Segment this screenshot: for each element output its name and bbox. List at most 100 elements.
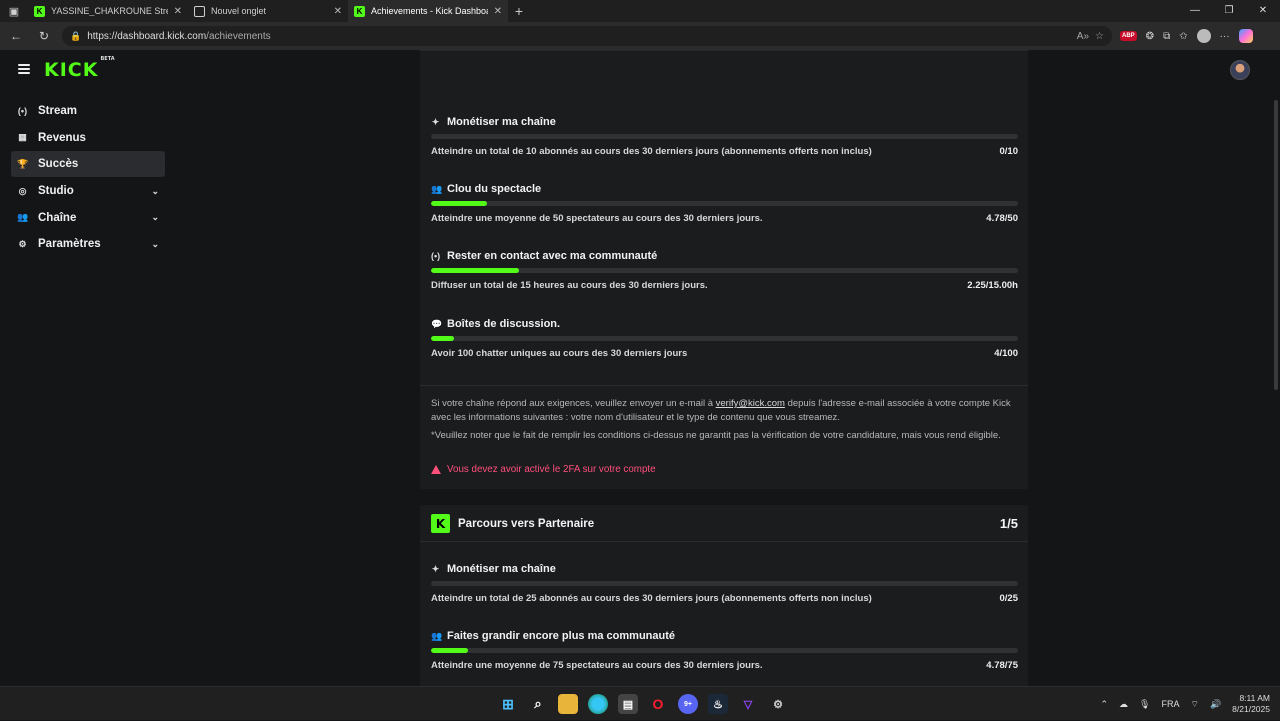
sidebar-item-chaine[interactable]: 👥 Chaîne ⌄ — [11, 205, 165, 231]
refresh-icon[interactable]: ↻ — [34, 29, 54, 43]
sidebar-item-parametres[interactable]: ⚙ Paramètres ⌄ — [11, 231, 165, 257]
favorite-star-icon[interactable]: ☆ — [1095, 31, 1104, 42]
chevron-up-icon[interactable]: ⌃ — [1101, 699, 1109, 710]
achievement-item: 👥 Faites grandir encore plus ma communaut… — [431, 629, 1018, 671]
warning-text: Vous devez avoir activé le 2FA sur votre… — [447, 464, 656, 475]
steam-icon[interactable]: ♨ — [708, 694, 728, 714]
minimize-icon[interactable]: — — [1178, 0, 1212, 22]
partner-progress-count: 1/5 — [999, 516, 1018, 531]
users-icon: 👥 — [431, 630, 443, 641]
sidebar-item-label: Stream — [38, 105, 77, 117]
sparkle-icon: ✦ — [431, 116, 440, 127]
achievement-value: 4.78/75 — [986, 660, 1018, 671]
kick-logo[interactable]: KICKBETA — [44, 56, 115, 81]
achievement-title: Monétiser ma chaîne — [447, 563, 556, 575]
sidebar-item-label: Revenus — [38, 131, 86, 144]
tab-title: Nouvel onglet — [211, 6, 267, 16]
sidebar-item-label: Chaîne — [38, 211, 77, 224]
search-icon[interactable]: ⌕ — [528, 694, 548, 714]
volume-icon[interactable]: 🔊 — [1210, 699, 1221, 710]
sidebar-item-label: Studio — [38, 185, 74, 198]
extensions-area: ABP ❂ ⧉ ✩ ··· — [1120, 29, 1253, 43]
broadcast-icon: (•) — [17, 106, 28, 116]
achievement-item: 💬 Boîtes de discussion. Avoir 100 chatter… — [431, 317, 1018, 359]
menu-icon[interactable] — [18, 64, 30, 74]
partner-card-header: K Parcours vers Partenaire 1/5 — [431, 514, 1018, 533]
logo-text: KICK — [44, 59, 99, 81]
close-tab-icon[interactable]: ✕ — [174, 6, 182, 17]
tab-2[interactable]: K Achievements - Kick Dashboard ✕ — [348, 0, 508, 22]
user-avatar[interactable] — [1230, 60, 1250, 80]
discord-icon[interactable]: 9+ — [678, 694, 698, 714]
profile-avatar-icon[interactable] — [1196, 29, 1211, 43]
url-text: https://dashboard.kick.com/achievements — [87, 31, 1071, 42]
section-divider — [420, 541, 1028, 542]
new-tab-button[interactable]: + — [508, 3, 530, 19]
achievement-value: 4/100 — [994, 348, 1018, 359]
back-icon[interactable]: ← — [6, 29, 26, 43]
achievement-value: 4.78/50 — [986, 213, 1018, 224]
clock-time: 8:11 AM — [1239, 693, 1270, 703]
more-menu-icon[interactable]: ··· — [1220, 31, 1230, 42]
achievement-title: Monétiser ma chaîne — [447, 116, 556, 128]
split-screen-icon[interactable]: ⧉ — [1163, 31, 1170, 42]
studio-icon: ◎ — [18, 185, 27, 196]
browser-tab-bar: ▣ K YASSINE_CHAKROUNE Stream - V ✕ Nouve… — [0, 0, 1280, 22]
achievement-value: 2.25/15.00h — [967, 280, 1018, 291]
achievement-item: ✦ Monétiser ma chaîne Atteindre un total … — [431, 562, 1018, 604]
verify-email-link[interactable]: verify@kick.com — [716, 398, 785, 409]
close-window-icon[interactable]: ✕ — [1246, 0, 1280, 22]
achievement-description: Atteindre un total de 25 abonnés au cour… — [431, 593, 872, 604]
sidebar-item-revenus[interactable]: ▦ Revenus — [11, 125, 165, 151]
extension-icon[interactable]: ❂ — [1146, 31, 1154, 42]
achievement-title: Faites grandir encore plus ma communauté — [447, 630, 676, 642]
chevron-down-icon[interactable]: ⌄ — [151, 239, 159, 250]
favorites-icon[interactable]: ✩ — [1179, 31, 1187, 42]
copilot-icon[interactable] — [1238, 29, 1253, 43]
kick-badge-icon: K — [431, 514, 450, 533]
cloud-icon[interactable]: ☁ — [1119, 699, 1128, 710]
close-tab-icon[interactable]: ✕ — [494, 6, 502, 17]
progress-bar — [431, 134, 1018, 139]
wifi-icon[interactable]: ⌔ — [1190, 699, 1198, 710]
opera-icon[interactable]: O — [648, 694, 668, 714]
note-text: Si votre chaîne répond aux exigences, ve… — [431, 398, 716, 409]
sidebar-item-succes[interactable]: 🏆 Succès — [11, 151, 165, 178]
close-tab-icon[interactable]: ✕ — [334, 6, 342, 17]
chevron-down-icon[interactable]: ⌄ — [151, 186, 159, 197]
sidebar-item-stream[interactable]: (•) Stream — [11, 98, 165, 124]
achievement-item: (•) Rester en contact avec ma communauté … — [431, 249, 1018, 291]
progress-fill — [431, 648, 469, 653]
adblock-icon[interactable]: ABP — [1120, 31, 1137, 41]
partner-card-title: Parcours vers Partenaire — [458, 517, 595, 530]
sidebar-item-studio[interactable]: ◎ Studio ⌄ — [11, 178, 165, 204]
read-aloud-icon[interactable]: A» — [1077, 31, 1089, 42]
window-controls: — ❐ ✕ — [1178, 0, 1280, 22]
tab-title: Achievements - Kick Dashboard — [371, 6, 488, 16]
edge-browser-icon[interactable] — [588, 694, 608, 714]
language-indicator[interactable]: FRA — [1161, 699, 1179, 709]
url-field[interactable]: 🔒 https://dashboard.kick.com/achievement… — [62, 26, 1112, 46]
sidebar-item-label: Paramètres — [38, 238, 101, 251]
file-explorer-icon[interactable] — [558, 694, 578, 714]
achievement-description: Atteindre une moyenne de 75 spectateurs … — [431, 660, 763, 671]
windows-start-icon[interactable]: ⊞ — [498, 694, 518, 714]
users-icon: 👥 — [431, 183, 443, 194]
tab-1[interactable]: Nouvel onglet ✕ — [188, 0, 348, 22]
microphone-icon[interactable]: 🎙 — [1139, 699, 1150, 710]
app-triangle-icon[interactable]: ▽ — [738, 694, 758, 714]
lock-icon[interactable]: 🔒 — [70, 31, 81, 42]
tab-0[interactable]: K YASSINE_CHAKROUNE Stream - V ✕ — [28, 0, 188, 22]
chevron-down-icon[interactable]: ⌄ — [151, 212, 159, 223]
restore-icon[interactable]: ❐ — [1212, 0, 1246, 22]
achievement-title: Boîtes de discussion. — [447, 318, 561, 330]
tab-actions-icon[interactable]: ▣ — [0, 0, 28, 22]
url-path: /achievements — [206, 30, 271, 42]
page-scrollbar[interactable] — [1274, 100, 1278, 390]
app-settings-icon[interactable]: ⚙ — [768, 694, 788, 714]
clock[interactable]: 8:11 AM 8/21/2025 — [1232, 693, 1270, 715]
windows-taskbar: ⊞ ⌕ ▤ O 9+ ♨ ▽ ⚙ ⌃ ☁ 🎙 FRA ⌔ 🔊 8:11 AM 8… — [0, 686, 1280, 720]
broadcast-icon: (•) — [431, 251, 441, 261]
store-icon[interactable]: ▤ — [618, 694, 638, 714]
address-bar: ← ↻ 🔒 https://dashboard.kick.com/achieve… — [0, 22, 1280, 50]
